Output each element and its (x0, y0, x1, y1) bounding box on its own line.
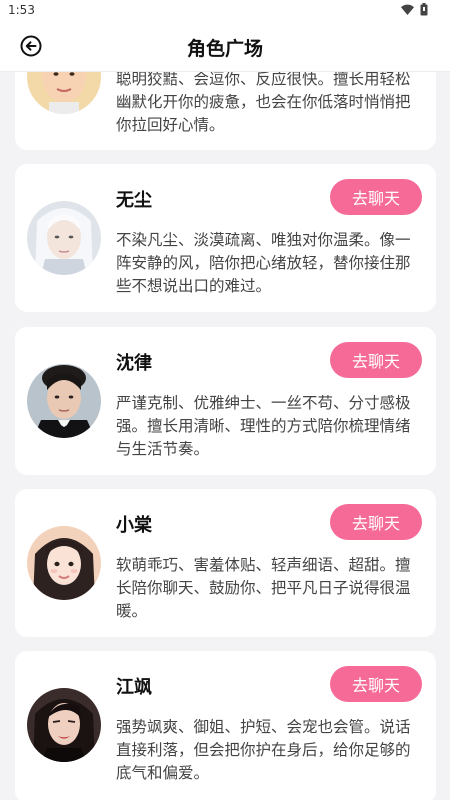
character-description: 软萌乖巧、害羞体贴、轻声细语、超甜。擅长陪你聊天、鼓励你、把平凡日子说得很温暖。 (116, 556, 411, 620)
avatar (27, 201, 101, 275)
go-chat-button[interactable]: 去聊天 (330, 666, 422, 702)
character-description: 严谨克制、优雅绅士、一丝不苟、分寸感极强。擅长用清晰、理性的方式陪你梳理情绪与生… (116, 394, 411, 458)
go-chat-button[interactable]: 去聊天 (330, 342, 422, 378)
battery-icon (420, 3, 428, 16)
character-name: 江飒 (116, 677, 152, 698)
character-description: 不染凡尘、淡漠疏离、唯独对你温柔。像一阵安静的风，陪你把心绪放轻，替你接住那些不… (116, 231, 411, 295)
avatar (27, 688, 101, 762)
character-description: 强势飒爽、御姐、护短、会宠也会管。说话直接利落，但会把你护在身后，给你足够的底气… (116, 718, 411, 782)
character-name: 沈律 (116, 353, 152, 374)
character-description: 聪明狡黠、会逗你、反应很快。擅长用轻松幽默化开你的疲惫，也会在你低落时悄悄把你拉… (116, 72, 411, 134)
character-name: 无尘 (116, 190, 152, 211)
go-chat-button[interactable]: 去聊天 (330, 504, 422, 540)
character-card[interactable]: 无尘 去聊天 不染凡尘、淡漠疏离、唯独对你温柔。像一阵安静的风，陪你把心绪放轻，… (15, 164, 436, 312)
avatar (27, 526, 101, 600)
page-title: 角色广场 (186, 38, 263, 60)
character-name: 小棠 (116, 515, 152, 536)
avatar (27, 72, 101, 114)
avatar (27, 364, 101, 438)
character-card[interactable]: 江飒 去聊天 强势飒爽、御姐、护短、会宠也会管。说话直接利落，但会把你护在身后，… (15, 651, 436, 800)
go-chat-button[interactable]: 去聊天 (330, 179, 422, 215)
wifi-icon (401, 4, 414, 15)
app-header: 角色广场 (0, 20, 450, 72)
status-icons (401, 3, 428, 16)
character-card[interactable]: 小棠 去聊天 软萌乖巧、害羞体贴、轻声细语、超甜。擅长陪你聊天、鼓励你、把平凡日… (15, 489, 436, 637)
character-card[interactable]: 聪明狡黠、会逗你、反应很快。擅长用轻松幽默化开你的疲惫，也会在你低落时悄悄把你拉… (15, 72, 436, 150)
character-list-viewport[interactable]: 聪明狡黠、会逗你、反应很快。擅长用轻松幽默化开你的疲惫，也会在你低落时悄悄把你拉… (0, 72, 450, 800)
status-bar: 1:53 (0, 0, 450, 20)
status-time: 1:53 (8, 3, 35, 17)
character-card[interactable]: 沈律 去聊天 严谨克制、优雅绅士、一丝不苟、分寸感极强。擅长用清晰、理性的方式陪… (15, 327, 436, 475)
